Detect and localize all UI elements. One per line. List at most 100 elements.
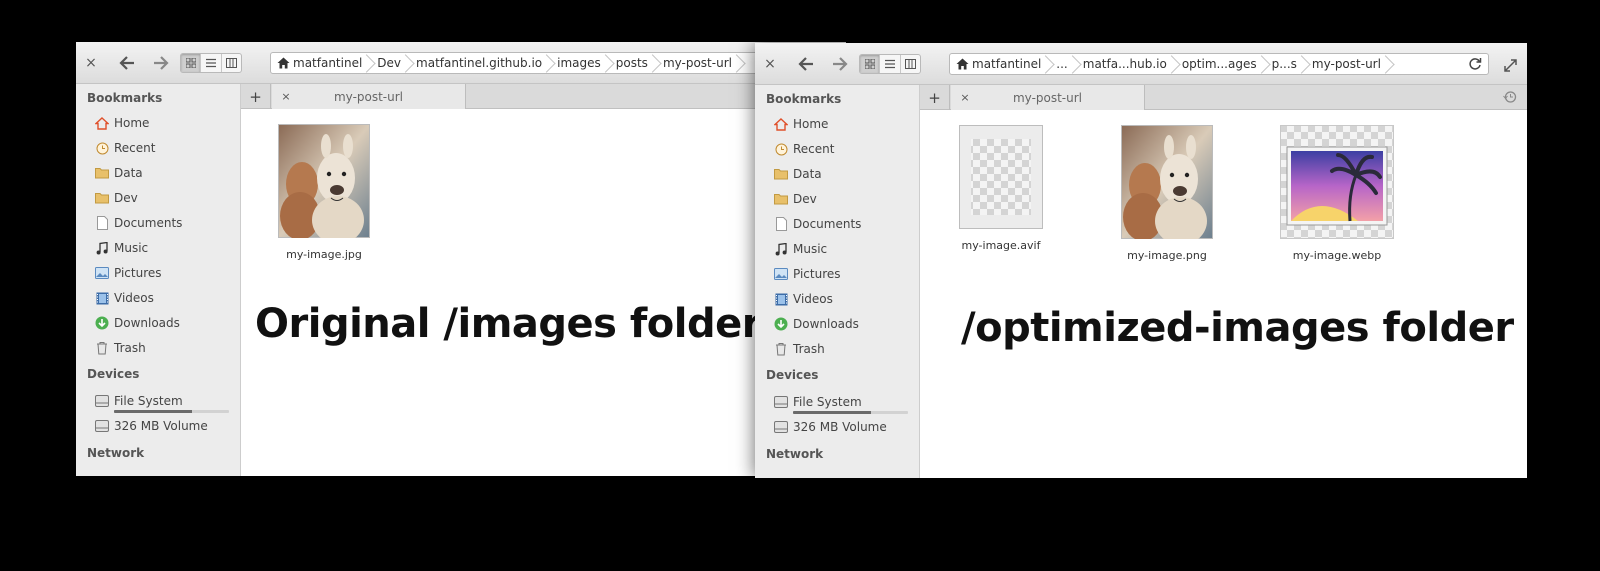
- breadcrumb[interactable]: matfantinel: [271, 53, 371, 73]
- breadcrumb[interactable]: optim...ages: [1176, 54, 1266, 74]
- close-tab-icon[interactable]: ×: [276, 90, 296, 103]
- forward-button[interactable]: [829, 43, 851, 85]
- tab-label: my-post-url: [1012, 90, 1083, 105]
- close-button[interactable]: ×: [761, 43, 779, 85]
- sidebar-item-label: Trash: [114, 341, 146, 355]
- sidebar-item-data[interactable]: Data: [773, 164, 913, 184]
- breadcrumb[interactable]: matfantinel.github.io: [410, 53, 551, 73]
- icon-view-icon: [864, 59, 875, 69]
- close-button[interactable]: ×: [82, 42, 100, 84]
- breadcrumb[interactable]: images: [551, 53, 610, 73]
- breadcrumb-label: matfantinel: [293, 56, 363, 70]
- breadcrumb-label: my-post-url: [1311, 57, 1381, 71]
- icon-view-button[interactable]: [860, 55, 881, 73]
- column-view-button[interactable]: [222, 54, 241, 72]
- breadcrumb[interactable]: my-post-url: [1306, 54, 1390, 74]
- sidebar-item-label: 326 MB Volume: [114, 419, 208, 433]
- icon-view-button[interactable]: [181, 54, 202, 72]
- sidebar-item-label: Pictures: [793, 267, 841, 281]
- forward-button[interactable]: [150, 42, 172, 84]
- breadcrumb-label: matfantinel: [972, 57, 1042, 71]
- disk-usage-bar: [793, 411, 908, 414]
- tab-my-post-url[interactable]: × my-post-url: [272, 84, 466, 109]
- download-icon: [94, 315, 110, 331]
- list-view-button[interactable]: [880, 55, 901, 73]
- file-item[interactable]: my-image.avif: [941, 125, 1061, 252]
- llama-photo-thumbnail: [1121, 125, 1213, 239]
- sidebar-item-downloads[interactable]: Downloads: [94, 313, 234, 333]
- list-view-button[interactable]: [201, 54, 222, 72]
- icon-view-icon: [185, 58, 196, 68]
- sidebar-item-recent[interactable]: Recent: [773, 139, 913, 159]
- file-item[interactable]: my-image.jpg: [264, 124, 384, 261]
- close-tab-icon[interactable]: ×: [955, 91, 975, 104]
- column-view-button[interactable]: [901, 55, 920, 73]
- pictures-icon: [773, 266, 789, 282]
- sidebar-item-label: File System: [114, 394, 183, 408]
- new-tab-button[interactable]: +: [920, 85, 950, 110]
- clock-icon: [773, 141, 789, 157]
- file-manager-window-left: × matfantinel Dev matfantinel.github.io: [76, 42, 846, 476]
- sidebar-item-documents[interactable]: Documents: [773, 214, 913, 234]
- file-item[interactable]: my-image.png: [1107, 125, 1227, 262]
- breadcrumb[interactable]: matfantinel: [950, 54, 1050, 74]
- history-button[interactable]: [1503, 90, 1517, 107]
- new-tab-button[interactable]: +: [241, 84, 271, 109]
- file-item[interactable]: my-image.webp: [1277, 125, 1397, 262]
- tab-my-post-url[interactable]: × my-post-url: [951, 85, 1145, 110]
- sidebar-item-volume[interactable]: 326 MB Volume: [773, 417, 913, 437]
- sidebar-item-data[interactable]: Data: [94, 163, 234, 183]
- tab-label: my-post-url: [333, 89, 404, 104]
- sidebar-item-file-system[interactable]: File System: [94, 391, 234, 411]
- sidebar-item-label: Downloads: [793, 317, 859, 331]
- breadcrumb[interactable]: Dev: [371, 53, 410, 73]
- sidebar-item-documents[interactable]: Documents: [94, 213, 234, 233]
- sidebar-item-file-system[interactable]: File System: [773, 392, 913, 412]
- sidebar-item-pictures[interactable]: Pictures: [94, 263, 234, 283]
- back-arrow-icon: [119, 56, 134, 70]
- disk-usage-fill: [114, 410, 193, 413]
- folder-icon: [773, 191, 789, 207]
- sidebar-item-recent[interactable]: Recent: [94, 138, 234, 158]
- close-icon: ×: [764, 56, 776, 72]
- music-note-icon: [94, 240, 110, 256]
- sidebar-item-home[interactable]: Home: [94, 113, 234, 133]
- sidebar-item-downloads[interactable]: Downloads: [773, 314, 913, 334]
- sidebar-item-dev[interactable]: Dev: [773, 189, 913, 209]
- sidebar-item-videos[interactable]: Videos: [773, 289, 913, 309]
- file-name: my-image.avif: [961, 239, 1041, 252]
- back-button[interactable]: [795, 43, 817, 85]
- sidebar-item-trash[interactable]: Trash: [773, 339, 913, 359]
- breadcrumb[interactable]: p...s: [1266, 54, 1306, 74]
- sidebar-item-videos[interactable]: Videos: [94, 288, 234, 308]
- sidebar-item-label: Data: [114, 166, 143, 180]
- sidebar-item-label: Data: [793, 167, 822, 181]
- breadcrumb-label: p...s: [1271, 57, 1297, 71]
- sidebar-item-volume[interactable]: 326 MB Volume: [94, 416, 234, 436]
- sidebar: Bookmarks Home Recent Data Dev Documents…: [755, 85, 920, 478]
- sidebar-item-label: Pictures: [114, 266, 162, 280]
- caption: Original /images folder: [255, 301, 761, 347]
- back-button[interactable]: [116, 42, 138, 84]
- breadcrumb[interactable]: posts: [610, 53, 657, 73]
- breadcrumb[interactable]: ...: [1050, 54, 1076, 74]
- breadcrumb[interactable]: matfa...hub.io: [1077, 54, 1176, 74]
- reload-button[interactable]: [1468, 57, 1482, 74]
- sidebar-item-home[interactable]: Home: [773, 114, 913, 134]
- location-bar[interactable]: matfantinel ... matfa...hub.io optim...a…: [949, 53, 1489, 75]
- sidebar-item-music[interactable]: Music: [773, 239, 913, 259]
- sidebar-item-label: Home: [114, 116, 150, 130]
- breadcrumb-label: matfa...hub.io: [1082, 57, 1167, 71]
- sidebar-item-trash[interactable]: Trash: [94, 338, 234, 358]
- list-view-icon: [884, 59, 895, 69]
- breadcrumb[interactable]: my-post-url: [657, 53, 741, 73]
- toolbar: × matfantinel Dev matfantinel.github.io: [76, 42, 846, 84]
- breadcrumb-label: ...: [1056, 57, 1068, 71]
- sidebar-item-music[interactable]: Music: [94, 238, 234, 258]
- sidebar-item-pictures[interactable]: Pictures: [773, 264, 913, 284]
- close-icon: ×: [85, 55, 97, 71]
- expand-button[interactable]: [1504, 57, 1517, 76]
- sidebar-item-dev[interactable]: Dev: [94, 188, 234, 208]
- trash-icon: [94, 340, 110, 356]
- sidebar-item-label: Videos: [793, 292, 833, 306]
